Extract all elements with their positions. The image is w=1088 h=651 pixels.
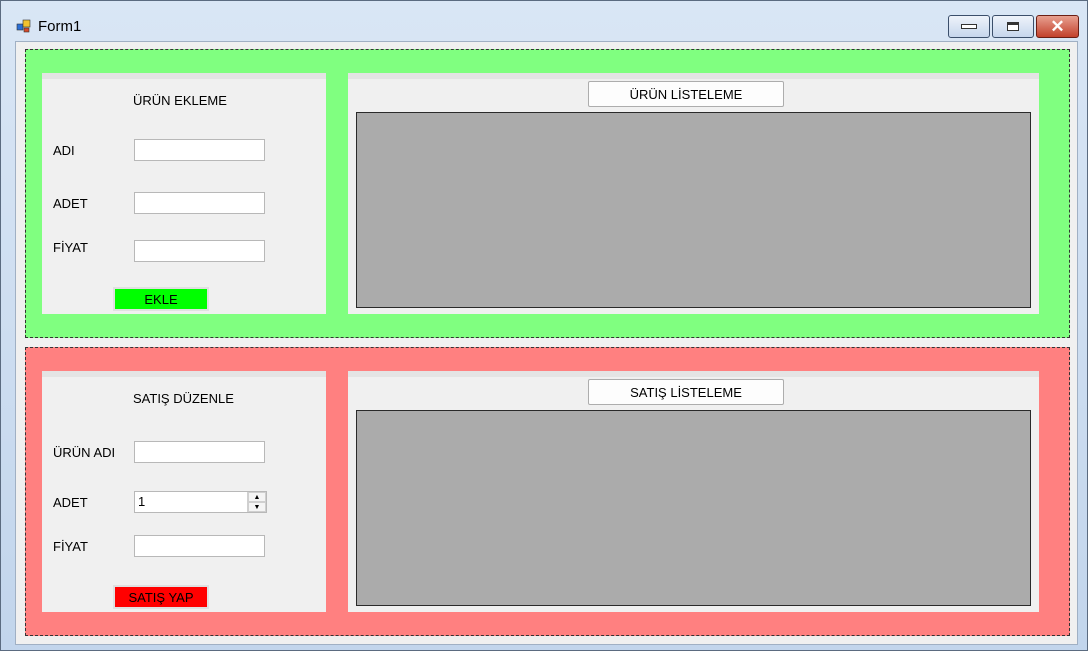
urun-adi-label: ÜRÜN ADI — [53, 445, 116, 460]
satis-duzenle-heading: SATIŞ DÜZENLE — [133, 391, 234, 406]
satis-fiyat-input[interactable] — [134, 535, 265, 557]
spinner-arrows: ▲ ▼ — [247, 492, 266, 512]
window-title: Form1 — [38, 18, 82, 35]
satis-listeleme-group: SATIŞ LİSTELEME — [348, 371, 1039, 612]
satis-duzenle-group: SATIŞ DÜZENLE ÜRÜN ADI ADET 1 ▲ ▼ FİYAT … — [42, 371, 326, 612]
satis-adet-label: ADET — [53, 495, 88, 510]
minimize-button[interactable] — [948, 15, 990, 38]
adi-input[interactable] — [134, 139, 265, 161]
urun-data-grid[interactable] — [356, 112, 1031, 308]
fiyat-label: FİYAT — [53, 240, 88, 255]
urun-adi-input[interactable] — [134, 441, 265, 463]
urun-ekleme-heading: ÜRÜN EKLEME — [133, 93, 227, 108]
spin-up-icon[interactable]: ▲ — [248, 492, 266, 502]
spin-down-icon[interactable]: ▼ — [248, 502, 266, 512]
close-icon: ✕ — [1050, 16, 1065, 36]
urun-listeleme-button[interactable]: ÜRÜN LİSTELEME — [588, 81, 784, 107]
adet-value: 1 — [138, 494, 146, 509]
minimize-icon — [961, 24, 977, 29]
close-button[interactable]: ✕ — [1036, 15, 1079, 38]
satis-data-grid[interactable] — [356, 410, 1031, 606]
satis-listeleme-button[interactable]: SATIŞ LİSTELEME — [588, 379, 784, 405]
satis-fiyat-label: FİYAT — [53, 539, 88, 554]
app-icon — [16, 19, 31, 33]
adi-label: ADI — [53, 143, 75, 158]
urun-listeleme-group: ÜRÜN LİSTELEME — [348, 73, 1039, 314]
adet-input[interactable] — [134, 192, 265, 214]
maximize-button[interactable] — [992, 15, 1034, 38]
title-bar[interactable]: Form1 ✕ — [1, 1, 1087, 41]
form-client-area: ÜRÜN EKLEME ADI ADET FİYAT EKLE ÜRÜN LİS… — [15, 41, 1078, 645]
satis-yap-button[interactable]: SATIŞ YAP — [113, 585, 209, 609]
form-window: Form1 ✕ ÜRÜN EKLEME ADI ADET FİYAT EKLE — [0, 0, 1088, 651]
fiyat-input[interactable] — [134, 240, 265, 262]
maximize-icon — [1007, 22, 1019, 31]
urun-ekleme-group: ÜRÜN EKLEME ADI ADET FİYAT EKLE — [42, 73, 326, 314]
urun-panel: ÜRÜN EKLEME ADI ADET FİYAT EKLE ÜRÜN LİS… — [25, 49, 1070, 338]
ekle-button[interactable]: EKLE — [113, 287, 209, 311]
adet-label: ADET — [53, 196, 88, 211]
satis-panel: SATIŞ DÜZENLE ÜRÜN ADI ADET 1 ▲ ▼ FİYAT … — [25, 347, 1070, 636]
adet-numeric-updown[interactable]: 1 ▲ ▼ — [134, 491, 267, 513]
